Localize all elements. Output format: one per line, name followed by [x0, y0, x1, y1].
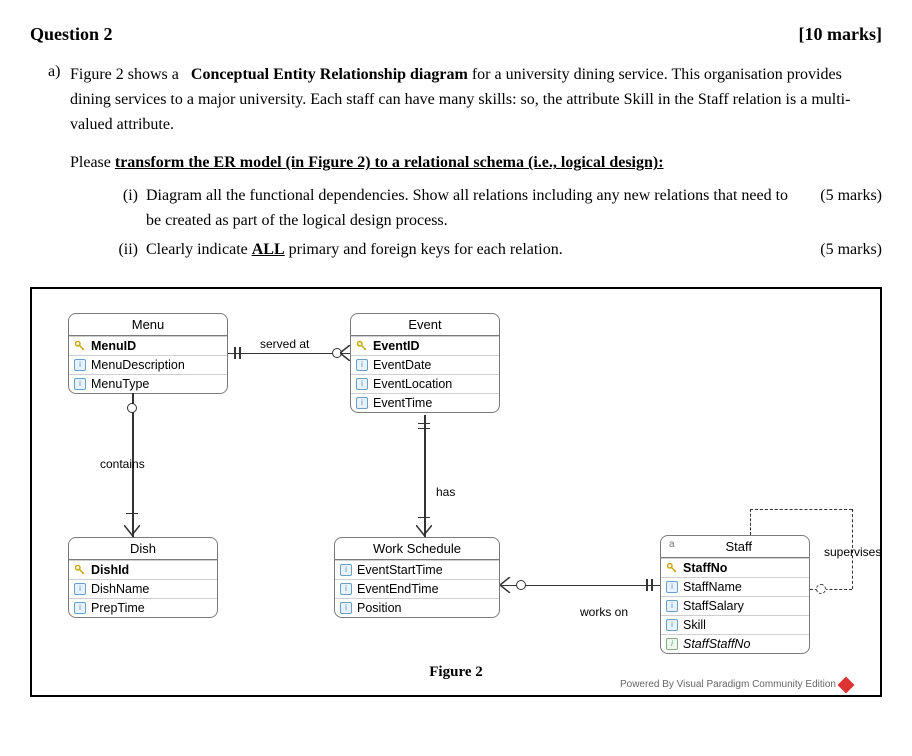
attr-staffname: iStaffName: [661, 577, 809, 596]
instruction: Please transform the ER model (in Figure…: [70, 151, 882, 176]
attr-eventend: iEventEndTime: [335, 579, 499, 598]
entity-title: Menu: [69, 314, 227, 336]
attr-icon: i: [665, 618, 679, 632]
entity-work-schedule: Work Schedule iEventStartTime iEventEndT…: [334, 537, 500, 618]
subparts: (i) Diagram all the functional dependenc…: [110, 184, 882, 262]
vp-logo-icon: [838, 676, 855, 693]
er-diagram: Menu MenuID iMenuDescription iMenuType E…: [30, 287, 882, 697]
entity-menu: Menu MenuID iMenuDescription iMenuType: [68, 313, 228, 394]
one-tick: [651, 579, 653, 591]
key-icon: [665, 561, 679, 575]
rel-has: has: [436, 485, 455, 499]
attr-icon: i: [339, 582, 353, 596]
crowfoot-icon: [124, 525, 140, 537]
attr-icon: i: [665, 580, 679, 594]
attr-eventid: EventID: [351, 336, 499, 355]
question-header: Question 2 [10 marks]: [30, 24, 882, 45]
attr-icon: i: [355, 396, 369, 410]
attr-icon: i: [73, 582, 87, 596]
key-icon: [73, 339, 87, 353]
crowfoot-icon: [416, 525, 432, 537]
entity-title: Dish: [69, 538, 217, 560]
entity-title: Work Schedule: [335, 538, 499, 560]
attr-icon: i: [665, 599, 679, 613]
entity-title: aStaff: [661, 536, 809, 558]
attr-preptime: iPrepTime: [69, 598, 217, 617]
fk-icon: i: [665, 637, 679, 651]
entity-event: Event EventID iEventDate iEventLocation …: [350, 313, 500, 413]
rel-contains: contains: [100, 457, 145, 471]
attr-icon: i: [73, 377, 87, 391]
attr-eventtime: iEventTime: [351, 393, 499, 412]
rel-works-on: works on: [580, 605, 628, 619]
attr-staffno: StaffNo: [661, 558, 809, 577]
attr-icon: i: [339, 563, 353, 577]
zero-circle: [516, 580, 526, 590]
attr-menutype: iMenuType: [69, 374, 227, 393]
attr-staffstaffno: iStaffStaffNo: [661, 634, 809, 653]
attr-icon: i: [355, 358, 369, 372]
question-marks: [10 marks]: [799, 24, 883, 45]
attr-eventdate: iEventDate: [351, 355, 499, 374]
entity-title: Event: [351, 314, 499, 336]
entity-dish: Dish DishId iDishName iPrepTime: [68, 537, 218, 618]
attr-icon: i: [355, 377, 369, 391]
rel-line-has: [424, 415, 426, 537]
one-tick: [418, 517, 430, 519]
crowfoot-icon: [500, 577, 512, 593]
one-tick: [418, 428, 430, 430]
rel-line-supervises: [750, 509, 852, 510]
rel-line-supervises: [750, 509, 751, 535]
attr-dishid: DishId: [69, 560, 217, 579]
prompt-text: Figure 2 shows a Conceptual Entity Relat…: [70, 63, 882, 137]
attr-eventstart: iEventStartTime: [335, 560, 499, 579]
one-tick: [126, 513, 138, 515]
one-tick: [239, 347, 241, 359]
one-tick: [418, 423, 430, 425]
one-tick: [646, 579, 648, 591]
rel-served-at: served at: [260, 337, 309, 351]
attr-icon: i: [73, 358, 87, 372]
diagram-footer: Powered By Visual Paradigm Community Edi…: [620, 679, 852, 691]
key-icon: [73, 563, 87, 577]
entity-staff: aStaff StaffNo iStaffName iStaffSalary i…: [660, 535, 810, 654]
zero-circle: [816, 584, 826, 594]
attr-icon: i: [73, 601, 87, 615]
part-letter: a): [48, 63, 60, 81]
attr-skill: iSkill: [661, 615, 809, 634]
attr-eventlocation: iEventLocation: [351, 374, 499, 393]
prompt-a: a) Figure 2 shows a Conceptual Entity Re…: [70, 63, 882, 137]
crowfoot-icon: [340, 345, 352, 361]
one-tick: [234, 347, 236, 359]
subpart-ii: (ii) Clearly indicate ALL primary and fo…: [110, 238, 882, 263]
attr-dishname: iDishName: [69, 579, 217, 598]
zero-circle: [127, 403, 137, 413]
attr-menuid: MenuID: [69, 336, 227, 355]
rel-supervises: supervises: [824, 545, 881, 559]
subpart-i: (i) Diagram all the functional dependenc…: [110, 184, 882, 234]
attr-position: iPosition: [335, 598, 499, 617]
attr-icon: i: [339, 601, 353, 615]
key-icon: [355, 339, 369, 353]
attr-staffsalary: iStaffSalary: [661, 596, 809, 615]
question-number: Question 2: [30, 24, 113, 45]
attr-menudescription: iMenuDescription: [69, 355, 227, 374]
